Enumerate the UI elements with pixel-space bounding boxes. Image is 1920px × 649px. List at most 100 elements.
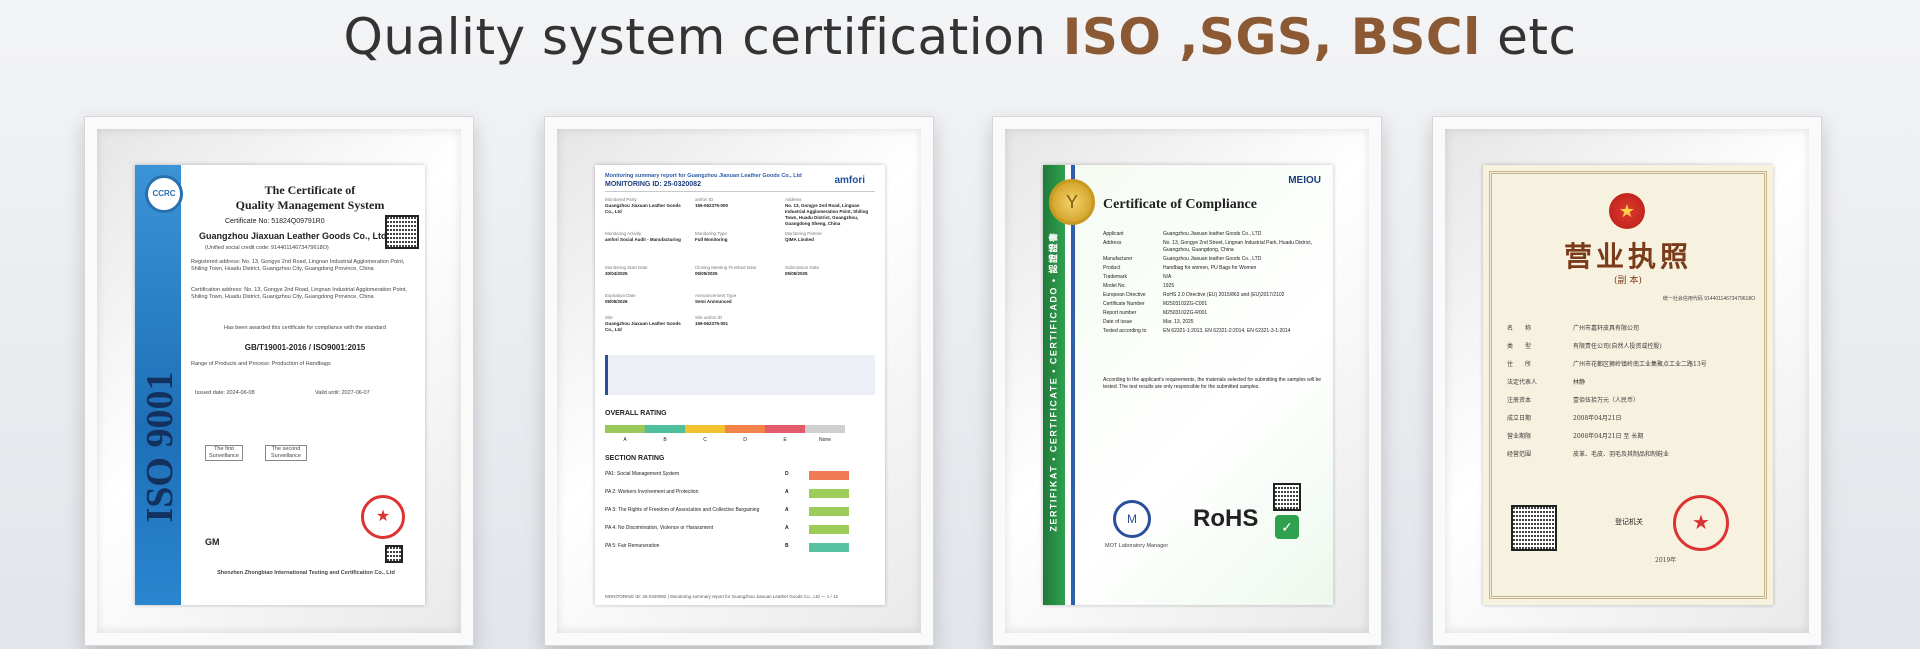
row-label: Date of issue (1103, 319, 1133, 325)
pa-grade: A (785, 489, 789, 495)
license-row-value: 广州市嘉轩皮具有限公司 (1573, 325, 1640, 332)
license-qr-icon (1511, 505, 1557, 551)
row-label: Report number (1103, 310, 1137, 316)
grade-segment (725, 425, 765, 433)
row-label: Applicant (1103, 231, 1124, 237)
license-sub: (副 本) (1614, 276, 1642, 286)
headline-suffix: etc (1480, 8, 1577, 66)
grade-segment (645, 425, 685, 433)
frame-business-license: ★ 营业执照 (副 本) 统一社会信用代码 91440114673479618O… (1432, 116, 1822, 646)
pa-color-chip (809, 471, 849, 480)
lab-logo-icon: M (1113, 500, 1151, 538)
license-row-label: 经营范围 (1507, 451, 1532, 458)
first-surveillance: The first Surveillance (205, 445, 243, 461)
scope-text: Range of Products and Process: Productio… (191, 361, 331, 367)
license-row-label: 成立日期 (1507, 415, 1532, 422)
field-label: Monitored Party (605, 197, 637, 202)
national-emblem-icon: ★ (1609, 193, 1645, 229)
field-label: Monitoring Type (695, 231, 727, 236)
grade-label: B (663, 437, 667, 443)
field-value: 05/05/2026 (605, 299, 628, 304)
grade-label: D (743, 437, 747, 443)
red-official-seal-icon: ★ (1673, 495, 1729, 551)
field-value: Guangzhou Jiaxuan Leather Goods Co., Ltd (605, 321, 681, 332)
row-label: Address (1103, 240, 1122, 246)
license-row-label: 名 称 (1507, 325, 1532, 332)
field-value: Full Monitoring (695, 237, 728, 242)
pa-label: PA 3: The Rights of Freedom of Associati… (605, 507, 760, 513)
certificate-rohs: ZERTIFIKAT • CERTIFICATE • CERTIFICADO •… (1043, 165, 1333, 605)
field-label: Monitoring Start Date (605, 265, 648, 270)
pa-grade: D (785, 471, 789, 477)
credit-code: 统一社会信用代码 91440114673479618O (1662, 296, 1755, 302)
report-footer: MONITORING ID: 25-0320082 | Monitoring s… (605, 594, 838, 599)
pa-color-chip (809, 525, 849, 534)
license-row-value: 皮革、毛皮、羽毛及其制品和制鞋业 (1573, 451, 1670, 458)
band-text: ISO 9001 (139, 371, 181, 523)
compliance-row: Model No. 1925 (1103, 283, 1323, 290)
row-label: European Directive (1103, 292, 1146, 298)
grade-segment (765, 425, 805, 433)
company-name: Guangzhou Jiaxuan Leather Goods Co., Ltd (199, 231, 387, 241)
license-row-label: 营业期限 (1507, 433, 1532, 440)
frame-rohs: ZERTIFIKAT • CERTIFICATE • CERTIFICADO •… (992, 116, 1382, 646)
grade-label: None (819, 437, 831, 443)
second-surveillance: The second Surveillance (265, 445, 307, 461)
field-value: No. 13, Gongye 2nd Road, Lingnan Industr… (785, 203, 869, 226)
certificate-amfori: Monitoring summary report for Guangzhou … (595, 165, 885, 605)
compliance-row: Product Handbag for women, PU Bags for Wo… (1103, 265, 1323, 272)
section-rating-title: SECTION RATING (605, 455, 665, 462)
field-value: 156-062375-000 (695, 203, 729, 208)
field-label: Monitoring Partner (785, 231, 823, 236)
business-license: ★ 营业执照 (副 本) 统一社会信用代码 91440114673479618O… (1483, 165, 1773, 605)
grade-label: C (703, 437, 707, 443)
field-label: amfori ID (695, 197, 714, 202)
grade-segment (805, 425, 845, 433)
headline-comma: , (1313, 8, 1333, 66)
headline-sep: , (1161, 8, 1199, 66)
license-row-value: 林静 (1573, 379, 1586, 386)
cert-title-1: The Certificate of (264, 183, 356, 197)
field-value: 05/05/2025 (785, 271, 808, 276)
field-value: QIMA Limited (785, 237, 814, 242)
field-label: Site (605, 315, 613, 320)
compliance-row: Address No. 13, Gongye 2nd Street, Lingna… (1103, 240, 1323, 254)
field-label: Expiration Date (605, 293, 636, 298)
certification-address: Certification address: No. 13, Gongye 2n… (191, 287, 407, 300)
qr-code-small-icon (385, 545, 403, 563)
issued-date: Issued date: 2024-06-08 (195, 390, 255, 396)
pa-color-chip (809, 507, 849, 516)
compliance-note: According to the applicant's requirement… (1103, 377, 1322, 390)
red-seal-icon: ★ (361, 495, 405, 539)
certificate-iso9001: ISO 9001 CCRC The Certificate of Quality… (135, 165, 425, 605)
row-label: Product (1103, 265, 1121, 271)
issuer-name: Shenzhen Zhongbiao International Testing… (217, 570, 395, 576)
compliance-row: Report number M2503102ZG-R001 (1103, 310, 1323, 317)
meiou-logo-icon: MEIOU (1288, 175, 1321, 186)
pa-grade: A (785, 507, 789, 513)
compliance-row: Tested according to EN 62321-1:2013, EN 6… (1103, 328, 1323, 335)
rohs-qr-icon (1273, 483, 1301, 511)
row-value: 1925 (1163, 283, 1175, 289)
compliance-row: Certificate Number M2503102ZG-C001 (1103, 301, 1323, 308)
compliance-row: Applicant Guangzhou Jiaxuan leather Goods… (1103, 231, 1323, 238)
field-value: Semi Announced (695, 299, 732, 304)
amfori-logo-icon: amfori (834, 175, 865, 186)
row-label: Certificate Number (1103, 301, 1145, 307)
grade-segment (685, 425, 725, 433)
field-label: Site amfori ID (695, 315, 723, 320)
authority-label: 登记机关 (1615, 518, 1643, 526)
row-value: Guangzhou Jiaxuan leather Goods Co., LTD (1163, 256, 1262, 262)
gold-seal-icon: Y (1049, 179, 1095, 225)
registered-address: Registered address: No. 13, Gongye 2nd R… (191, 259, 405, 272)
grade-segment (605, 425, 645, 433)
headline-iso: ISO (1062, 8, 1162, 66)
valid-until: Valid until: 2027-06-07 (315, 390, 370, 396)
awarded-text: Has been awarded this certificate for co… (223, 325, 387, 331)
compliance-row: Manufacturer Guangzhou Jiaxuan leather Go… (1103, 256, 1323, 263)
row-value: No. 13, Gongye 2nd Street, Lingnan Indus… (1163, 240, 1312, 253)
credit-code: (Unified social credit code: 91440114673… (205, 245, 329, 251)
row-value: Handbag for women, PU Bags for Women (1163, 265, 1257, 271)
pa-grade: A (785, 525, 789, 531)
headline-bsci: BSCl (1332, 8, 1481, 66)
